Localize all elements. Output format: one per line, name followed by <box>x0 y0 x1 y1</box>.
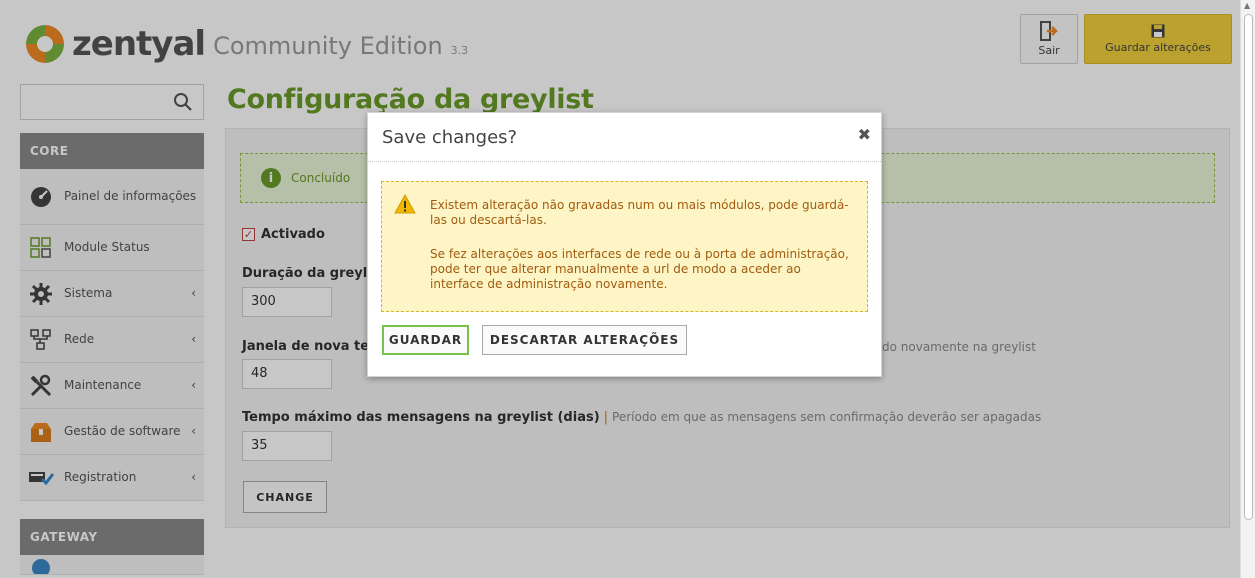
dialog-title: Save changes? <box>382 127 518 148</box>
close-icon[interactable]: ✖ <box>858 125 871 144</box>
scroll-up-arrow-icon[interactable]: ▲ <box>1244 1 1250 10</box>
discard-changes-button[interactable]: DESCARTAR ALTERAÇÕES <box>482 325 687 355</box>
warning-text-1: Existem alteração não gravadas num ou ma… <box>430 198 849 227</box>
warning-icon <box>394 193 416 218</box>
save-button[interactable]: GUARDAR <box>382 325 469 355</box>
dialog-divider <box>368 161 881 162</box>
warning-box: Existem alteração não gravadas num ou ma… <box>381 181 868 312</box>
page-scrollbar[interactable]: ▲ <box>1240 0 1255 578</box>
save-changes-dialog: Save changes? ✖ Existem alteração não gr… <box>367 112 882 377</box>
scrollbar-thumb[interactable] <box>1244 14 1253 520</box>
warning-text-2: Se fez alterações aos interfaces de rede… <box>430 247 849 291</box>
